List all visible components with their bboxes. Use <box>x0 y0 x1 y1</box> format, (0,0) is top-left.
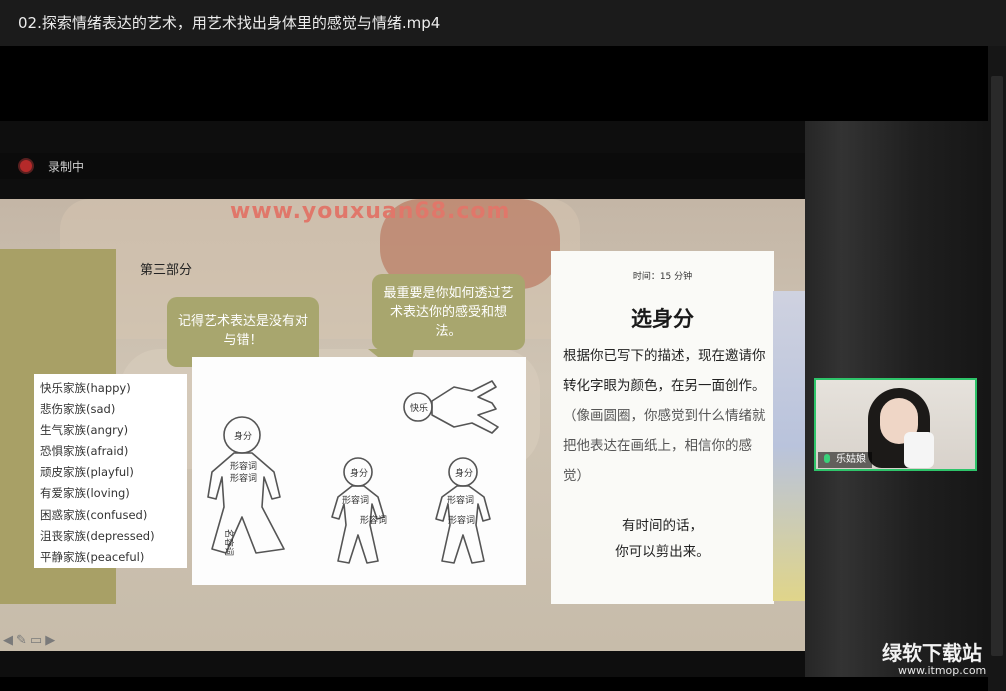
activity-description: 根据你已写下的描述，现在邀请你转化字眼为颜色，在另一面创作。 （像画圆圈，你感觉到… <box>563 341 768 491</box>
arrow-right-icon[interactable]: ▶ <box>45 633 58 648</box>
part-title: 第三部分 <box>140 263 193 278</box>
site-watermark: www.youxuan68.com <box>230 199 511 224</box>
figure-1-head-label: 身分 <box>234 430 252 442</box>
activity-description-sub: （像画圆圈，你感觉到什么情绪就把他表达在画纸上，相信你的感觉） <box>563 408 766 484</box>
figure-label-layer: 身分 形容词 形容词 名容词 身分 形容词 形容词 身分 形容词 形容词 快乐 <box>223 402 475 556</box>
window-title: 02.探索情绪表达的艺术，用艺术找出身体里的感觉与情绪.mp4 <box>0 0 1006 46</box>
list-item: 快乐家族(happy) <box>40 381 131 395</box>
list-item: 平静家族(peaceful) <box>40 549 145 564</box>
figure-1-leg-label: 名容词 <box>223 529 235 556</box>
slide-edge-decoration <box>773 291 805 601</box>
figure-3-label: 形容词 <box>447 494 474 506</box>
recording-status: 录制中 <box>48 160 85 174</box>
activity-footer: 有时间的话， 你可以剪出来。 <box>551 513 774 565</box>
emotion-family-list: 快乐家族(happy) 悲伤家族(sad) 生气家族(angry) 恐惧家族(a… <box>34 374 187 568</box>
activity-footer-line: 有时间的话， <box>622 518 703 534</box>
figure-3-label: 形容词 <box>448 514 475 526</box>
participant-name-tag: 乐姑娘 <box>818 452 872 468</box>
figure-4-head-label: 快乐 <box>410 402 428 414</box>
time-label: 时间：15 分钟 <box>632 272 693 282</box>
list-item: 沮丧家族(depressed) <box>40 528 155 543</box>
activity-description-main: 根据你已写下的描述，现在邀请你转化字眼为颜色，在另一面创作。 <box>563 348 766 394</box>
figure-1-label: 形容词 <box>230 472 257 484</box>
activity-footer-line: 你可以剪出来。 <box>615 544 710 560</box>
activity-card: 时间：15 分钟 选身分 根据你已写下的描述，现在邀请你转化字眼为颜色，在另一面… <box>551 251 774 604</box>
body-figures-panel: 身分 形容词 形容词 名容词 身分 形容词 形容词 身分 形容词 形容词 快乐 <box>192 357 526 585</box>
activity-title: 选身分 <box>631 307 694 331</box>
screen-icon[interactable]: ▭ <box>30 633 45 648</box>
figure-1-label: 形容词 <box>230 460 257 472</box>
list-item: 悲伤家族(sad) <box>40 402 116 417</box>
brand-watermark: 绿软下载站 <box>882 641 982 665</box>
record-icon <box>20 160 32 172</box>
list-item: 有爱家族(loving) <box>40 486 130 501</box>
participant-name: 乐姑娘 <box>836 454 866 465</box>
figure-3-head-label: 身分 <box>455 467 473 479</box>
list-item: 生气家族(angry) <box>40 423 129 438</box>
list-item: 顽皮家族(playful) <box>40 465 134 480</box>
figure-2-label: 形容词 <box>360 514 387 526</box>
figure-2-label: 形容词 <box>342 494 369 506</box>
participant-video-tile[interactable]: 乐姑娘 <box>814 378 977 471</box>
scrollbar-thumb[interactable] <box>991 76 1003 656</box>
arrow-left-icon[interactable]: ◀ <box>3 633 16 648</box>
participant-video-cup <box>904 432 934 468</box>
speech-bubble-right: 最重要是你如何透过艺术表达你的感受和想法。 <box>372 274 525 350</box>
list-item: 困惑家族(confused) <box>40 507 148 522</box>
mic-icon <box>824 454 830 463</box>
pen-icon[interactable]: ✎ <box>16 633 30 648</box>
recording-bar <box>0 153 805 179</box>
figure-2-head-label: 身分 <box>350 467 368 479</box>
list-item: 恐惧家族(afraid) <box>40 444 129 459</box>
brand-watermark-url: www.itmop.com <box>898 664 987 677</box>
slide-controls: ◀✎▭▶ <box>3 633 58 648</box>
presentation-slide: www.youxuan68.com 第三部分 记得艺术表达是没有对与错！ 最重要… <box>0 199 805 651</box>
